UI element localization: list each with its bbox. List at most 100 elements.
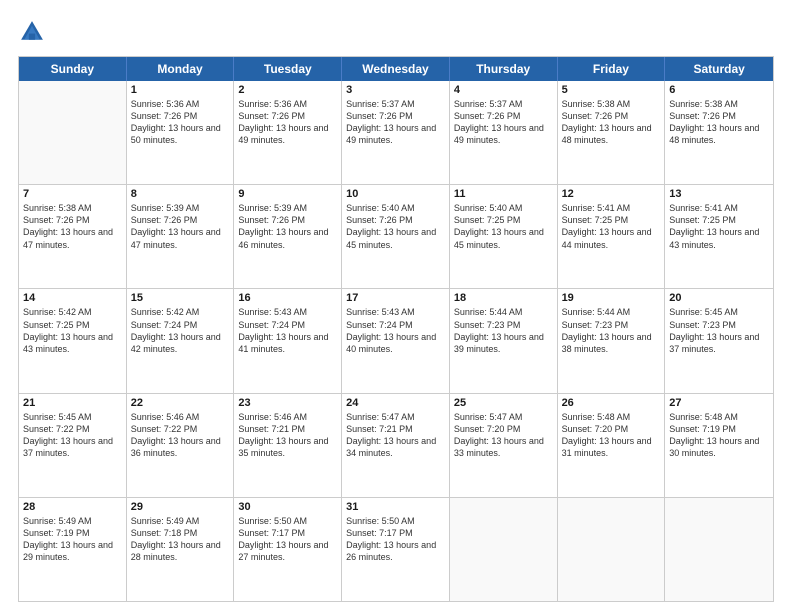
day-number: 6: [669, 84, 769, 96]
cell-info: Sunrise: 5:42 AMSunset: 7:25 PMDaylight:…: [23, 306, 122, 355]
day-cell-1: 1 Sunrise: 5:36 AMSunset: 7:26 PMDaylight…: [127, 81, 235, 184]
day-number: 16: [238, 292, 337, 304]
cell-info: Sunrise: 5:44 AMSunset: 7:23 PMDaylight:…: [454, 306, 553, 355]
cell-info: Sunrise: 5:42 AMSunset: 7:24 PMDaylight:…: [131, 306, 230, 355]
day-number: 28: [23, 501, 122, 513]
cell-info: Sunrise: 5:36 AMSunset: 7:26 PMDaylight:…: [131, 98, 230, 147]
calendar-row-2: 14Sunrise: 5:42 AMSunset: 7:25 PMDayligh…: [19, 288, 773, 392]
calendar-row-3: 21Sunrise: 5:45 AMSunset: 7:22 PMDayligh…: [19, 393, 773, 497]
calendar-row-0: 1 Sunrise: 5:36 AMSunset: 7:26 PMDaylight…: [19, 81, 773, 184]
logo-icon: [18, 18, 46, 46]
weekday-header-thursday: Thursday: [450, 57, 558, 81]
calendar-header: SundayMondayTuesdayWednesdayThursdayFrid…: [19, 57, 773, 81]
cell-info: Sunrise: 5:45 AMSunset: 7:22 PMDaylight:…: [23, 411, 122, 460]
day-cell-4: 4 Sunrise: 5:37 AMSunset: 7:26 PMDaylight…: [450, 81, 558, 184]
cell-info: Sunrise: 5:47 AMSunset: 7:20 PMDaylight:…: [454, 411, 553, 460]
day-cell-28: 28Sunrise: 5:49 AMSunset: 7:19 PMDayligh…: [19, 498, 127, 601]
day-cell-24: 24 Sunrise: 5:47 AMSunset: 7:21 PMDayligh…: [342, 394, 450, 497]
day-number: 18: [454, 292, 553, 304]
day-cell-6: 6 Sunrise: 5:38 AMSunset: 7:26 PMDaylight…: [665, 81, 773, 184]
day-number: 17: [346, 292, 445, 304]
calendar-row-1: 7 Sunrise: 5:38 AMSunset: 7:26 PMDaylight…: [19, 184, 773, 288]
day-cell-10: 10 Sunrise: 5:40 AMSunset: 7:26 PMDayligh…: [342, 185, 450, 288]
weekday-header-monday: Monday: [127, 57, 235, 81]
weekday-header-friday: Friday: [558, 57, 666, 81]
day-cell-30: 30 Sunrise: 5:50 AMSunset: 7:17 PMDayligh…: [234, 498, 342, 601]
cell-info: Sunrise: 5:38 AMSunset: 7:26 PMDaylight:…: [562, 98, 661, 147]
day-cell-15: 15 Sunrise: 5:42 AMSunset: 7:24 PMDayligh…: [127, 289, 235, 392]
empty-cell: [558, 498, 666, 601]
day-cell-26: 26 Sunrise: 5:48 AMSunset: 7:20 PMDayligh…: [558, 394, 666, 497]
day-cell-27: 27Sunrise: 5:48 AMSunset: 7:19 PMDayligh…: [665, 394, 773, 497]
calendar: SundayMondayTuesdayWednesdayThursdayFrid…: [18, 56, 774, 602]
header: [18, 18, 774, 46]
cell-info: Sunrise: 5:41 AMSunset: 7:25 PMDaylight:…: [562, 202, 661, 251]
day-number: 30: [238, 501, 337, 513]
day-cell-16: 16 Sunrise: 5:43 AMSunset: 7:24 PMDayligh…: [234, 289, 342, 392]
day-cell-23: 23 Sunrise: 5:46 AMSunset: 7:21 PMDayligh…: [234, 394, 342, 497]
day-number: 7: [23, 188, 122, 200]
cell-info: Sunrise: 5:48 AMSunset: 7:19 PMDaylight:…: [669, 411, 769, 460]
cell-info: Sunrise: 5:37 AMSunset: 7:26 PMDaylight:…: [346, 98, 445, 147]
day-number: 10: [346, 188, 445, 200]
day-cell-13: 13 Sunrise: 5:41 AMSunset: 7:25 PMDayligh…: [665, 185, 773, 288]
cell-info: Sunrise: 5:49 AMSunset: 7:18 PMDaylight:…: [131, 515, 230, 564]
calendar-body: 1 Sunrise: 5:36 AMSunset: 7:26 PMDaylight…: [19, 81, 773, 601]
cell-info: Sunrise: 5:47 AMSunset: 7:21 PMDaylight:…: [346, 411, 445, 460]
page: SundayMondayTuesdayWednesdayThursdayFrid…: [0, 0, 792, 612]
day-cell-31: 31 Sunrise: 5:50 AMSunset: 7:17 PMDayligh…: [342, 498, 450, 601]
weekday-header-saturday: Saturday: [665, 57, 773, 81]
day-number: 4: [454, 84, 553, 96]
day-cell-29: 29 Sunrise: 5:49 AMSunset: 7:18 PMDayligh…: [127, 498, 235, 601]
day-number: 2: [238, 84, 337, 96]
day-cell-12: 12Sunrise: 5:41 AMSunset: 7:25 PMDayligh…: [558, 185, 666, 288]
cell-info: Sunrise: 5:50 AMSunset: 7:17 PMDaylight:…: [346, 515, 445, 564]
empty-cell: [450, 498, 558, 601]
logo: [18, 18, 50, 46]
day-number: 26: [562, 397, 661, 409]
day-number: 24: [346, 397, 445, 409]
cell-info: Sunrise: 5:41 AMSunset: 7:25 PMDaylight:…: [669, 202, 769, 251]
cell-info: Sunrise: 5:38 AMSunset: 7:26 PMDaylight:…: [669, 98, 769, 147]
day-cell-9: 9Sunrise: 5:39 AMSunset: 7:26 PMDaylight…: [234, 185, 342, 288]
day-cell-3: 3 Sunrise: 5:37 AMSunset: 7:26 PMDaylight…: [342, 81, 450, 184]
day-number: 22: [131, 397, 230, 409]
cell-info: Sunrise: 5:43 AMSunset: 7:24 PMDaylight:…: [238, 306, 337, 355]
day-cell-7: 7 Sunrise: 5:38 AMSunset: 7:26 PMDaylight…: [19, 185, 127, 288]
day-number: 13: [669, 188, 769, 200]
cell-info: Sunrise: 5:48 AMSunset: 7:20 PMDaylight:…: [562, 411, 661, 460]
cell-info: Sunrise: 5:39 AMSunset: 7:26 PMDaylight:…: [238, 202, 337, 251]
day-number: 20: [669, 292, 769, 304]
day-number: 8: [131, 188, 230, 200]
day-cell-18: 18 Sunrise: 5:44 AMSunset: 7:23 PMDayligh…: [450, 289, 558, 392]
cell-info: Sunrise: 5:39 AMSunset: 7:26 PMDaylight:…: [131, 202, 230, 251]
day-number: 31: [346, 501, 445, 513]
calendar-row-4: 28Sunrise: 5:49 AMSunset: 7:19 PMDayligh…: [19, 497, 773, 601]
day-number: 1: [131, 84, 230, 96]
cell-info: Sunrise: 5:38 AMSunset: 7:26 PMDaylight:…: [23, 202, 122, 251]
weekday-header-wednesday: Wednesday: [342, 57, 450, 81]
cell-info: Sunrise: 5:50 AMSunset: 7:17 PMDaylight:…: [238, 515, 337, 564]
empty-cell: [19, 81, 127, 184]
cell-info: Sunrise: 5:40 AMSunset: 7:26 PMDaylight:…: [346, 202, 445, 251]
day-number: 19: [562, 292, 661, 304]
cell-info: Sunrise: 5:37 AMSunset: 7:26 PMDaylight:…: [454, 98, 553, 147]
day-number: 25: [454, 397, 553, 409]
cell-info: Sunrise: 5:40 AMSunset: 7:25 PMDaylight:…: [454, 202, 553, 251]
cell-info: Sunrise: 5:45 AMSunset: 7:23 PMDaylight:…: [669, 306, 769, 355]
cell-info: Sunrise: 5:43 AMSunset: 7:24 PMDaylight:…: [346, 306, 445, 355]
day-cell-21: 21Sunrise: 5:45 AMSunset: 7:22 PMDayligh…: [19, 394, 127, 497]
cell-info: Sunrise: 5:44 AMSunset: 7:23 PMDaylight:…: [562, 306, 661, 355]
day-number: 23: [238, 397, 337, 409]
cell-info: Sunrise: 5:46 AMSunset: 7:21 PMDaylight:…: [238, 411, 337, 460]
cell-info: Sunrise: 5:46 AMSunset: 7:22 PMDaylight:…: [131, 411, 230, 460]
day-cell-5: 5Sunrise: 5:38 AMSunset: 7:26 PMDaylight…: [558, 81, 666, 184]
weekday-header-sunday: Sunday: [19, 57, 127, 81]
day-number: 15: [131, 292, 230, 304]
day-cell-2: 2 Sunrise: 5:36 AMSunset: 7:26 PMDaylight…: [234, 81, 342, 184]
day-cell-14: 14Sunrise: 5:42 AMSunset: 7:25 PMDayligh…: [19, 289, 127, 392]
day-number: 3: [346, 84, 445, 96]
cell-info: Sunrise: 5:36 AMSunset: 7:26 PMDaylight:…: [238, 98, 337, 147]
day-number: 29: [131, 501, 230, 513]
day-cell-8: 8 Sunrise: 5:39 AMSunset: 7:26 PMDaylight…: [127, 185, 235, 288]
